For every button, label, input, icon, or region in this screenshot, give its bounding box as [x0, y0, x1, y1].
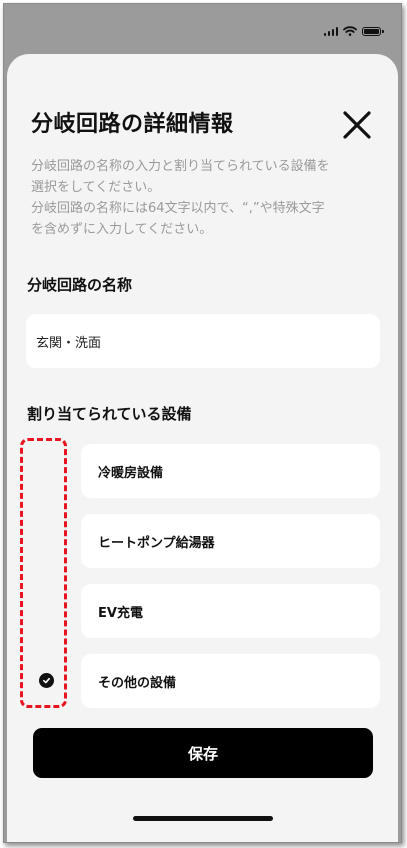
description-line: 選択をしてください。	[31, 180, 161, 195]
equipment-item-ev[interactable]: EV充電	[81, 584, 380, 638]
wifi-icon	[343, 26, 357, 36]
equipment-item-other[interactable]: その他の設備	[81, 654, 380, 708]
equipment-section-label: 割り当てられている設備	[27, 405, 192, 423]
status-bar	[323, 26, 384, 36]
battery-icon	[362, 26, 384, 36]
dialog-description: 分岐回路の名称の入力と割り当てられている設備を 選択をしてください。 分岐回路の…	[31, 156, 381, 240]
equipment-item-heat-pump[interactable]: ヒートポンプ給湯器	[81, 514, 380, 568]
equipment-item-label: 冷暖房設備	[98, 465, 164, 481]
signal-icon	[323, 26, 338, 36]
close-button[interactable]	[340, 108, 374, 142]
description-line: 分岐回路の名称には64文字以内で、“,”や特殊文字	[31, 201, 325, 216]
equipment-item-hvac[interactable]: 冷暖房設備	[81, 444, 380, 498]
name-section-label: 分岐回路の名称	[27, 276, 133, 294]
phone-screen: 分岐回路の詳細情報 分岐回路の名称の入力と割り当てられている設備を 選択をしてく…	[3, 3, 402, 843]
checkbox-column-highlight	[20, 438, 67, 708]
description-line: 分岐回路の名称の入力と割り当てられている設備を	[31, 159, 330, 174]
equipment-item-label: ヒートポンプ給湯器	[98, 535, 215, 551]
close-icon	[343, 111, 371, 139]
circuit-name-input[interactable]	[26, 314, 380, 368]
home-indicator	[133, 816, 273, 821]
bottom-sheet: 分岐回路の詳細情報 分岐回路の名称の入力と割り当てられている設備を 選択をしてく…	[7, 54, 398, 842]
save-button[interactable]: 保存	[33, 728, 373, 778]
description-line: を含めずに入力してください。	[31, 222, 213, 237]
equipment-item-label: EV充電	[98, 605, 143, 621]
dialog-title: 分岐回路の詳細情報	[31, 112, 234, 137]
equipment-item-label: その他の設備	[98, 675, 177, 691]
